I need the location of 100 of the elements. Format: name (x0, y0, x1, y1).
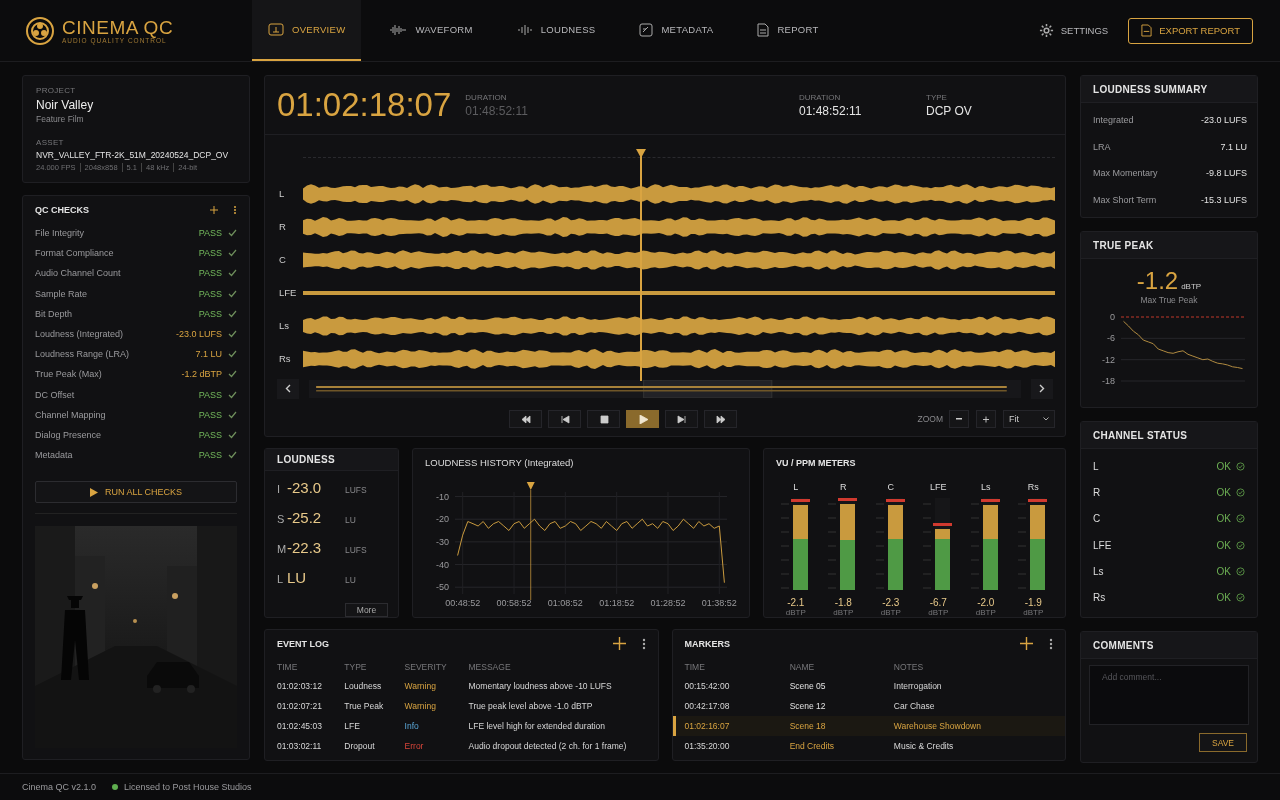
stop-button[interactable] (587, 410, 620, 429)
check-icon (228, 370, 237, 379)
axis-label: 00:48:52 (445, 598, 481, 608)
channel-name: C (1093, 513, 1102, 525)
panel-title: LOUDNESS SUMMARY (1093, 83, 1209, 95)
loudness-icon (516, 23, 533, 36)
true-peak-unit: dBTP (1181, 282, 1202, 291)
table-cell: Scene 12 (777, 696, 882, 716)
meter-unit: dBTP (928, 608, 949, 617)
check-name: Loudness (Integrated) (35, 329, 125, 340)
column-header: TIME (276, 660, 299, 674)
zoom-select[interactable]: Fit (1003, 410, 1055, 429)
table-cell: Car Chase (881, 696, 1065, 716)
summary-value: -15.3 LUFS (1200, 194, 1247, 205)
plus-icon (983, 414, 989, 424)
channel-status: OK (1216, 486, 1231, 498)
nav-tab[interactable]: REPORT (741, 0, 835, 61)
panel-title: LOUDNESS HISTORY (Integrated) (425, 457, 575, 468)
meter-unit: dBTP (880, 608, 901, 617)
channel-name: LFE (1093, 539, 1113, 551)
info-value: 01:48:52:11 (799, 103, 863, 118)
field-label: PROJECT (36, 86, 77, 95)
marker-row[interactable]: 00:42:17:08 Scene 12 Car Chase (672, 696, 1065, 716)
check-result: -23.0 LUFS (175, 329, 222, 340)
check-result: PASS (198, 429, 222, 440)
channel-name: Rs (1093, 592, 1107, 604)
check-icon (228, 451, 237, 460)
next-button[interactable] (665, 410, 698, 429)
caret-icon (1043, 417, 1049, 422)
axis-label: 01:08:52 (547, 598, 583, 608)
channel-label: LFE (279, 286, 298, 301)
axis-label: -30 (436, 536, 449, 547)
check-name: Format Compliance (35, 248, 115, 259)
nav-tab[interactable]: LOUDNESS (500, 0, 612, 61)
play-button[interactable] (626, 410, 659, 429)
nav-tab[interactable]: METADATA (623, 0, 730, 61)
comment-field[interactable]: Add comment... (1089, 665, 1249, 725)
meter-reading: -2.3 (882, 597, 900, 608)
panel-title: QC CHECKS (35, 204, 90, 215)
peak-marker (790, 499, 810, 503)
nav-tab[interactable]: WAVEFORM (373, 0, 489, 61)
rewind-icon (520, 414, 531, 424)
status-dot (112, 784, 119, 790)
settings-button[interactable]: SETTINGS (1032, 22, 1115, 39)
check-name: Loudness Range (LRA) (35, 349, 131, 360)
channel-label: L (793, 482, 799, 494)
axis-label: -12 (1102, 354, 1115, 365)
table-cell-text: 01:02:45:03 (276, 720, 323, 733)
nav-tab[interactable]: OVERVIEW (252, 0, 362, 61)
channel-status: OK (1216, 460, 1231, 472)
settings-icon (1038, 23, 1054, 38)
table-cell: 01:35:20:00 (672, 736, 778, 756)
zoom-out-button[interactable] (949, 410, 969, 429)
previous-button[interactable] (548, 410, 581, 429)
more-icon (1049, 637, 1053, 650)
save-button[interactable]: SAVE (1199, 733, 1247, 752)
check-icon (228, 410, 237, 419)
check-icon (228, 249, 237, 258)
column-header: SEVERITY (403, 660, 448, 674)
panel-title: COMMENTS (1093, 639, 1155, 651)
previous-icon (559, 414, 570, 424)
marker-row[interactable]: 01:35:20:00 End Credits Music & Credits (672, 736, 1065, 756)
true-peak-value: -1.2 (1136, 267, 1179, 294)
play-icon (637, 414, 648, 424)
scroll-right-button[interactable] (1031, 378, 1053, 399)
check-name: True Peak (Max) (35, 369, 103, 380)
field-label: DURATION (799, 92, 842, 102)
check-result: PASS (198, 248, 222, 259)
zoom-in-button[interactable] (976, 410, 996, 429)
panel-title: TRUE PEAK (1093, 239, 1155, 251)
channel-status: OK (1216, 513, 1231, 525)
check-result: PASS (198, 389, 222, 400)
more-button[interactable]: More (345, 602, 388, 617)
table-cell-text: 01:02:03:12 (276, 680, 323, 693)
export-button[interactable]: EXPORT REPORT (1128, 17, 1253, 44)
meter-unit: dBTP (785, 608, 806, 617)
table-cell-text: Interrogation (892, 680, 943, 693)
meter-reading: -2.0 (977, 597, 995, 608)
loudness-value: -22.3 (287, 538, 323, 556)
column-header: NAME (788, 660, 816, 674)
fast-forward-button[interactable] (704, 410, 737, 429)
run-all-checks-button[interactable]: RUN ALL CHECKS (35, 481, 237, 504)
marker-row[interactable]: 01:02:16:07 Scene 18 Warehouse Showdown (672, 716, 1065, 736)
check-circle-icon (1236, 540, 1245, 550)
loudness-value: -23.0 (287, 478, 323, 496)
table-cell: Warehouse Showdown (881, 716, 1065, 736)
table-cell-text: Warning (403, 700, 437, 713)
marker-row[interactable]: 00:15:42:00 Scene 05 Interrogation (672, 676, 1065, 696)
rewind-button[interactable] (509, 410, 542, 429)
axis-label: 0 (1110, 312, 1115, 322)
scroll-left-button[interactable] (277, 378, 299, 399)
document-icon (1141, 24, 1153, 37)
table-cell-text: True peak level above -1.0 dBTP (467, 700, 594, 713)
check-circle-icon (1236, 461, 1245, 471)
channel-label: Ls (981, 482, 991, 494)
document-icon (757, 22, 770, 37)
panel-title: VU / PPM METERS (776, 457, 857, 468)
axis-label: -6 (1107, 333, 1115, 344)
chevron-right-icon (1039, 384, 1045, 394)
play-icon (89, 487, 98, 497)
